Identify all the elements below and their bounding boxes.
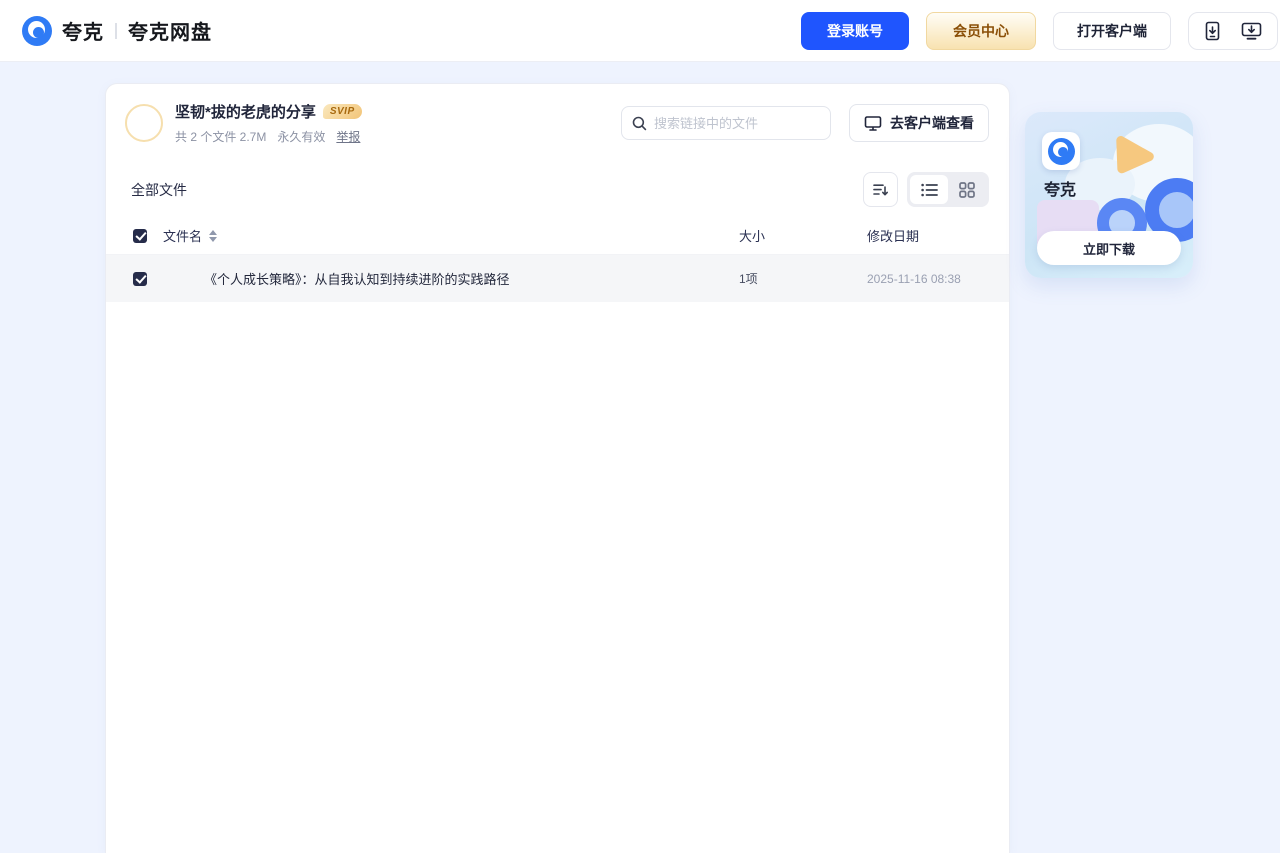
file-name: 《个人成长策略》：从自我认知到持续进阶的实践路径	[204, 272, 510, 287]
column-size-header: 大小	[739, 229, 766, 244]
promo-app-name: 夸克	[1044, 182, 1077, 199]
file-date: 2025-11-16 08:38	[867, 271, 961, 286]
view-in-client-label: 去客户端查看	[890, 115, 974, 131]
brand-product-name: 夸克网盘	[128, 22, 212, 44]
header-actions: 登录账号 会员中心 打开客户端	[801, 11, 1280, 50]
share-files-info: 共 2 个文件 2.7M	[175, 130, 267, 144]
vip-center-button[interactable]: 会员中心	[926, 11, 1036, 50]
file-row[interactable]: 《个人成长策略》：从自我认知到持续进阶的实践路径 1项 2025-11-16 0…	[106, 255, 1009, 302]
column-date-header: 修改日期	[867, 229, 920, 244]
select-all-checkbox[interactable]	[133, 228, 147, 243]
open-client-button[interactable]: 打开客户端	[1053, 11, 1171, 50]
share-title: 坚韧*拔的老虎的分享	[175, 104, 316, 121]
desktop-download-icon[interactable]	[1241, 21, 1262, 41]
mobile-download-icon[interactable]	[1204, 21, 1221, 41]
monitor-icon	[864, 115, 882, 132]
list-view-icon	[920, 183, 938, 196]
row-checkbox[interactable]	[133, 271, 147, 286]
brand-divider	[115, 22, 117, 39]
top-header: 夸克 夸克网盘 登录账号 会员中心 打开客户端	[0, 0, 1280, 62]
sharer-avatar	[125, 104, 163, 142]
quark-logo-icon	[22, 15, 52, 46]
column-name-header[interactable]: 文件名	[163, 226, 202, 245]
login-button[interactable]: 登录账号	[801, 11, 909, 50]
sort-order-button[interactable]	[863, 172, 898, 207]
quark-app-icon	[1042, 132, 1080, 170]
grid-view-icon	[959, 181, 975, 198]
app-download-promo-card[interactable]: 夸克 立即下载	[1025, 112, 1193, 278]
grid-view-button[interactable]	[948, 175, 986, 204]
brand-name: 夸克	[62, 22, 104, 44]
section-title: 全部文件	[131, 181, 187, 198]
report-link[interactable]: 举报	[336, 128, 360, 145]
quark-logo-icon	[1047, 137, 1075, 165]
share-info: 坚韧*拔的老虎的分享 SVIP 共 2 个文件 2.7M 永久有效 举报	[175, 101, 362, 145]
list-view-button[interactable]	[910, 175, 948, 204]
name-sort-arrows-icon[interactable]	[209, 229, 218, 242]
table-header: 文件名 大小 修改日期	[106, 218, 1009, 255]
share-file-panel: 坚韧*拔的老虎的分享 SVIP 共 2 个文件 2.7M 永久有效 举报 搜索链…	[105, 83, 1010, 853]
brand-logo[interactable]: 夸克 夸克网盘	[22, 15, 212, 46]
share-meta: 共 2 个文件 2.7M 永久有效 举报	[175, 128, 362, 145]
view-mode-toggle	[907, 172, 989, 207]
share-header-actions: 去客户端查看	[621, 104, 989, 142]
download-now-button[interactable]: 立即下载	[1037, 231, 1181, 265]
search-icon	[632, 116, 647, 131]
file-size: 1项	[739, 272, 758, 286]
search-input[interactable]	[654, 115, 820, 131]
svip-badge: SVIP	[322, 104, 362, 119]
play-triangle-decoration	[1107, 132, 1162, 186]
share-header: 坚韧*拔的老虎的分享 SVIP 共 2 个文件 2.7M 永久有效 举报 搜索链…	[106, 84, 1009, 159]
sort-icon	[873, 183, 888, 195]
view-in-client-button[interactable]: 去客户端查看	[849, 104, 989, 142]
download-apps-box	[1188, 11, 1278, 50]
file-icon-placeholder	[163, 263, 204, 295]
filelist-toolbar: 全部文件	[106, 159, 1009, 218]
search-box[interactable]	[621, 106, 831, 140]
share-validity: 永久有效	[277, 130, 326, 144]
